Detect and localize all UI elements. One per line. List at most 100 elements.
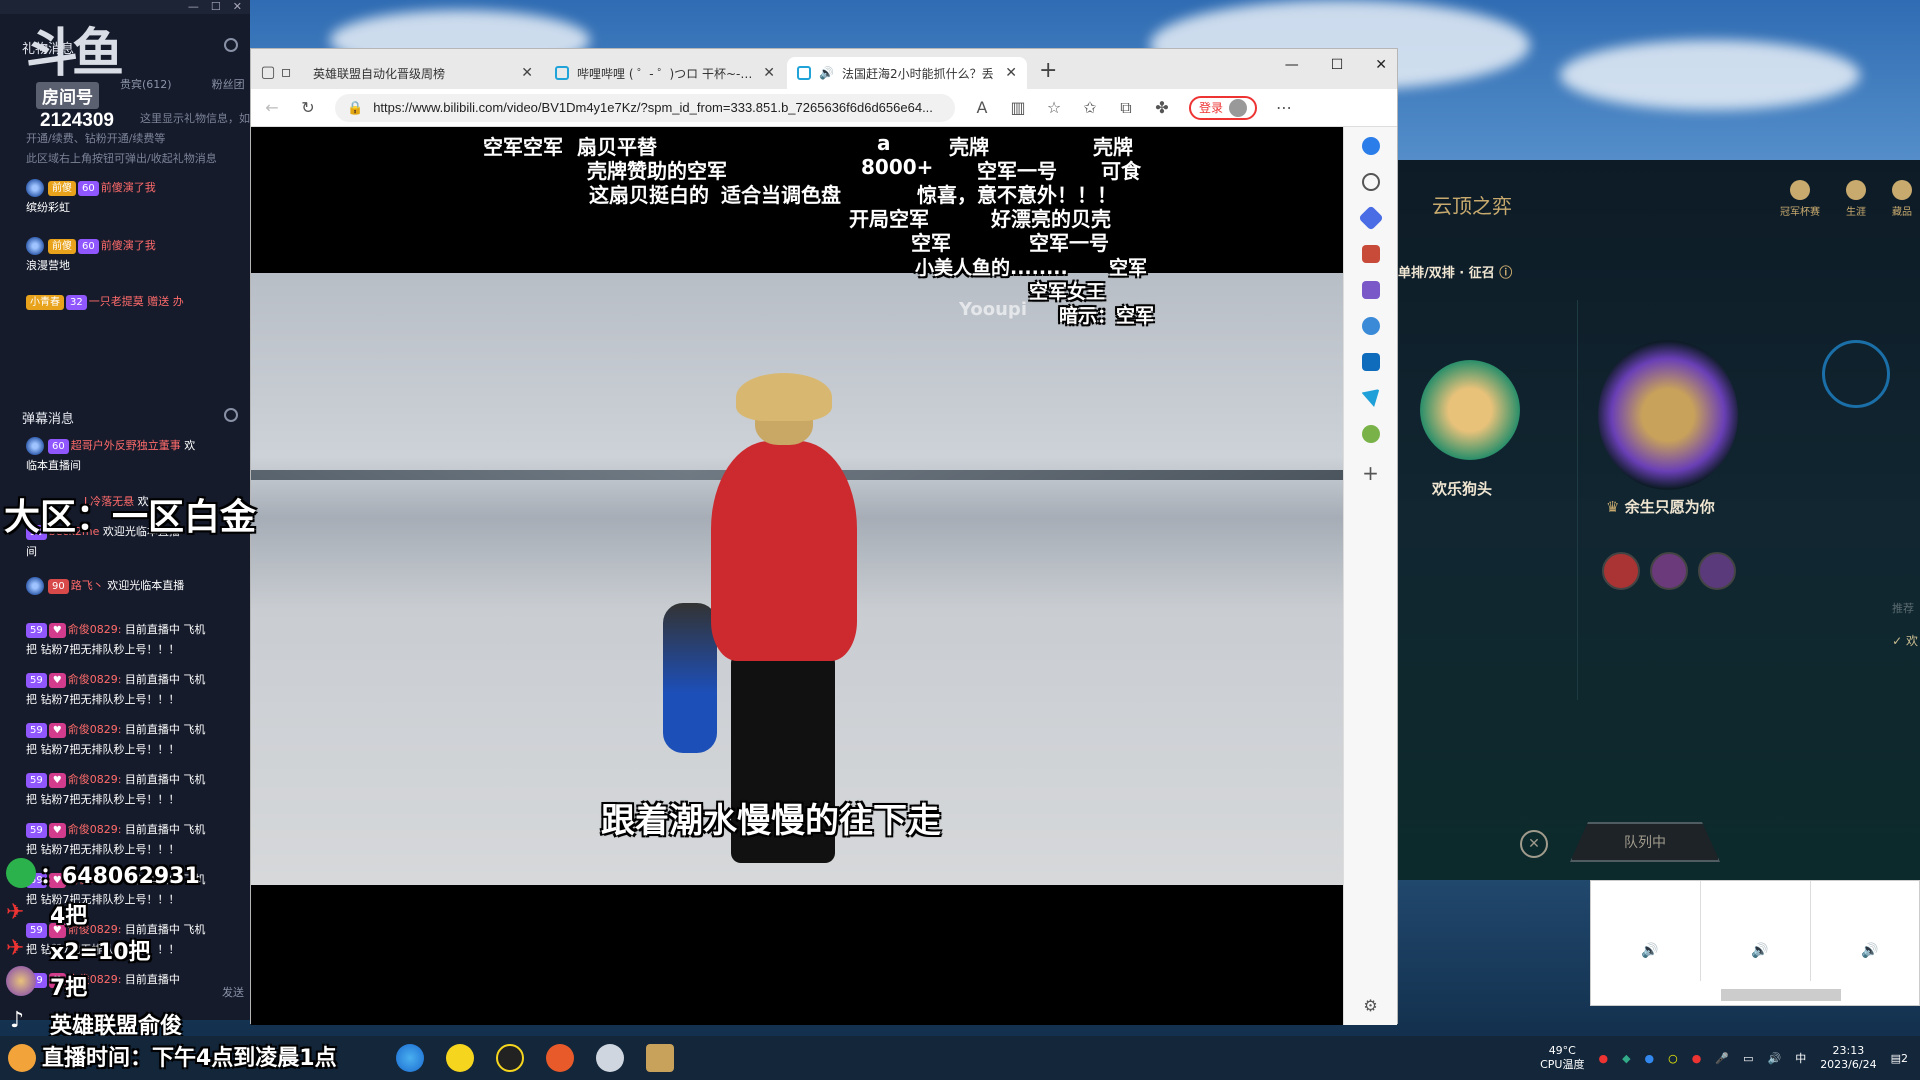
ime-indicator[interactable]: 中 (1795, 1050, 1806, 1066)
tab-fans[interactable]: 粉丝团 (212, 76, 245, 92)
video-player[interactable]: Yooupi 跟着潮水慢慢的往下走 空军空军 扇贝平替 a 壳牌 壳牌 壳牌赞助… (251, 127, 1343, 1025)
app-icon[interactable] (546, 1044, 574, 1072)
chat-message: 59 ♥ 俞俊0829: 目前直播中 飞机把 钻粉7把无排队秒上号！！！ (26, 622, 206, 656)
mic-icon[interactable]: 🎤 (1715, 1052, 1729, 1065)
tab-close-icon[interactable]: ✕ (521, 65, 533, 81)
minimize-icon[interactable]: — (188, 0, 199, 14)
extension-icon[interactable]: ✤ (1153, 98, 1171, 117)
room-tag: 房间号 (36, 82, 99, 109)
lol-icon[interactable] (646, 1044, 674, 1072)
reader-view-icon[interactable]: ▥ (1009, 98, 1027, 117)
gift-settings-icon[interactable] (224, 38, 238, 52)
cpu-temp: 49°C CPU温度 (1540, 1044, 1585, 1071)
maximize-icon[interactable]: ☐ (211, 0, 221, 14)
bell-icon[interactable] (1361, 137, 1380, 155)
obs-icon[interactable] (496, 1044, 524, 1072)
gear-icon[interactable]: ⚙ (1363, 996, 1377, 1015)
rune-icon[interactable] (1698, 552, 1736, 590)
extension-icon[interactable] (1361, 425, 1380, 443)
workspace-icon[interactable]: ▫ (277, 62, 295, 81)
chat-message: 59 ♥ 俞俊0829: 目前直播中 飞机把 钻粉7把无排队秒上号！！！ (26, 822, 206, 856)
shield-icon[interactable]: ◆ (1622, 1052, 1630, 1065)
send-button[interactable]: 发送 (222, 984, 244, 1000)
danmaku-comment: 空军 (1109, 257, 1148, 279)
tft-tab[interactable]: 云顶之弈 (1432, 190, 1512, 219)
net-bag (663, 603, 717, 753)
video-frame: Yooupi 跟着潮水慢慢的往下走 (251, 273, 1343, 885)
maximize-icon[interactable]: ☐ (1331, 57, 1344, 73)
collections-icon[interactable]: ⧉ (1117, 98, 1135, 118)
speaker-icon[interactable]: 🔊 (1861, 943, 1878, 959)
favorite-star-icon[interactable]: ☆ (1045, 98, 1063, 117)
clock[interactable]: 23:13 2023/6/24 (1820, 1044, 1876, 1072)
danmaku-comment: 这扇贝挺白的 (589, 183, 709, 207)
tab-actions-icon[interactable]: ▢ (259, 62, 277, 81)
tab-vip[interactable]: 贵宾(612) (120, 76, 172, 92)
tab-bilibili[interactable]: 哔哩哔哩 ( ゜- ゜)つロ 干杯~-bili ✕ (545, 57, 785, 89)
login-button[interactable]: 登录 (1189, 95, 1258, 120)
speaker-icon[interactable]: 🔊 (1641, 943, 1658, 959)
office-icon[interactable] (1361, 317, 1380, 335)
wechat-icon (6, 858, 36, 888)
nav-profile[interactable]: 生涯 (1846, 180, 1866, 218)
back-icon[interactable]: ← (263, 98, 281, 117)
volume-icon[interactable]: 🔊 (1767, 1052, 1781, 1065)
tray-app-icon[interactable]: ● (1598, 1052, 1608, 1065)
tray-app-icon[interactable]: ● (1645, 1052, 1655, 1065)
favorites-icon[interactable]: ✩ (1081, 98, 1099, 117)
close-icon[interactable]: ✕ (1375, 57, 1387, 73)
tab-lol-ranking[interactable]: 英雄联盟自动化晋级周榜 ✕ (303, 57, 1663, 223)
add-icon[interactable]: + (1362, 461, 1379, 485)
url-field[interactable]: 🔒 https://www.bilibili.com/video/BV1Dm4y… (335, 93, 955, 122)
new-tab-button[interactable]: + (1039, 58, 1057, 83)
more-icon[interactable]: ⋯ (1275, 98, 1293, 117)
toolbox-icon[interactable] (1361, 245, 1380, 263)
tab-video-active[interactable]: 🔊 法国赶海2小时能抓什么？丢 ✕ (787, 57, 1027, 89)
nav-clash[interactable]: 冠军杯赛 (1780, 180, 1820, 218)
refresh-icon[interactable]: ↻ (299, 98, 317, 117)
avatar (1229, 98, 1248, 117)
cancel-queue-button[interactable]: ✕ (1520, 830, 1548, 858)
games-icon[interactable] (1361, 281, 1380, 299)
rune-icon[interactable] (1650, 552, 1688, 590)
rune-icon[interactable] (1602, 552, 1640, 590)
app-icon[interactable] (596, 1044, 624, 1072)
info-icon[interactable]: ⓘ (1499, 266, 1512, 281)
tab-close-icon[interactable]: ✕ (1005, 65, 1017, 81)
scrollbar[interactable] (1721, 989, 1841, 1001)
plane-icon: ✈ (6, 936, 25, 961)
tray-app-icon[interactable]: ○ (1668, 1052, 1678, 1065)
danmaku-settings-icon[interactable] (224, 408, 238, 422)
network-icon[interactable]: ▭ (1743, 1052, 1753, 1065)
person-hat (736, 373, 832, 421)
browser-sidebar: + ⚙ (1343, 127, 1397, 1025)
speaker-icon[interactable]: 🔊 (1751, 943, 1768, 959)
gift-row: 前傻 60 前傻演了我 缤纷彩虹 (26, 179, 156, 214)
nav-collection[interactable]: 藏品 (1892, 180, 1912, 218)
send-icon[interactable] (1361, 389, 1380, 407)
gift-row: 小青春 32 一只老提莫 赠送 办 (26, 292, 250, 312)
collection-icon (1892, 180, 1912, 200)
tab-close-icon[interactable]: ✕ (763, 65, 775, 81)
close-icon[interactable]: ✕ (233, 0, 242, 14)
outlook-icon[interactable] (1361, 353, 1380, 371)
window-controls: — ☐ ✕ (1285, 57, 1387, 73)
edge-icon[interactable] (396, 1044, 424, 1072)
in-queue-button[interactable]: 队列中 (1570, 822, 1720, 862)
speaker-icon[interactable]: 🔊 (819, 66, 834, 80)
notification-icon[interactable]: ▤2 (1891, 1052, 1908, 1065)
tray-app-icon[interactable]: ● (1692, 1052, 1702, 1065)
medal-icon (26, 577, 44, 595)
tag-icon[interactable] (1357, 205, 1384, 231)
invite-slot-icon[interactable] (1822, 340, 1890, 408)
video-watermark: Yooupi (959, 299, 1027, 320)
read-aloud-icon[interactable]: A (973, 98, 991, 117)
medal-icon (26, 437, 44, 455)
chrome-icon[interactable] (446, 1044, 474, 1072)
lol-nav: 冠军杯赛 生涯 藏品 (1780, 180, 1912, 218)
chat-toggle[interactable]: ✓ 欢 (1892, 632, 1918, 649)
search-icon[interactable] (1361, 173, 1380, 191)
clock-app-icon[interactable] (8, 1044, 36, 1072)
minimize-icon[interactable]: — (1285, 57, 1299, 73)
trophy-icon (1790, 180, 1810, 200)
